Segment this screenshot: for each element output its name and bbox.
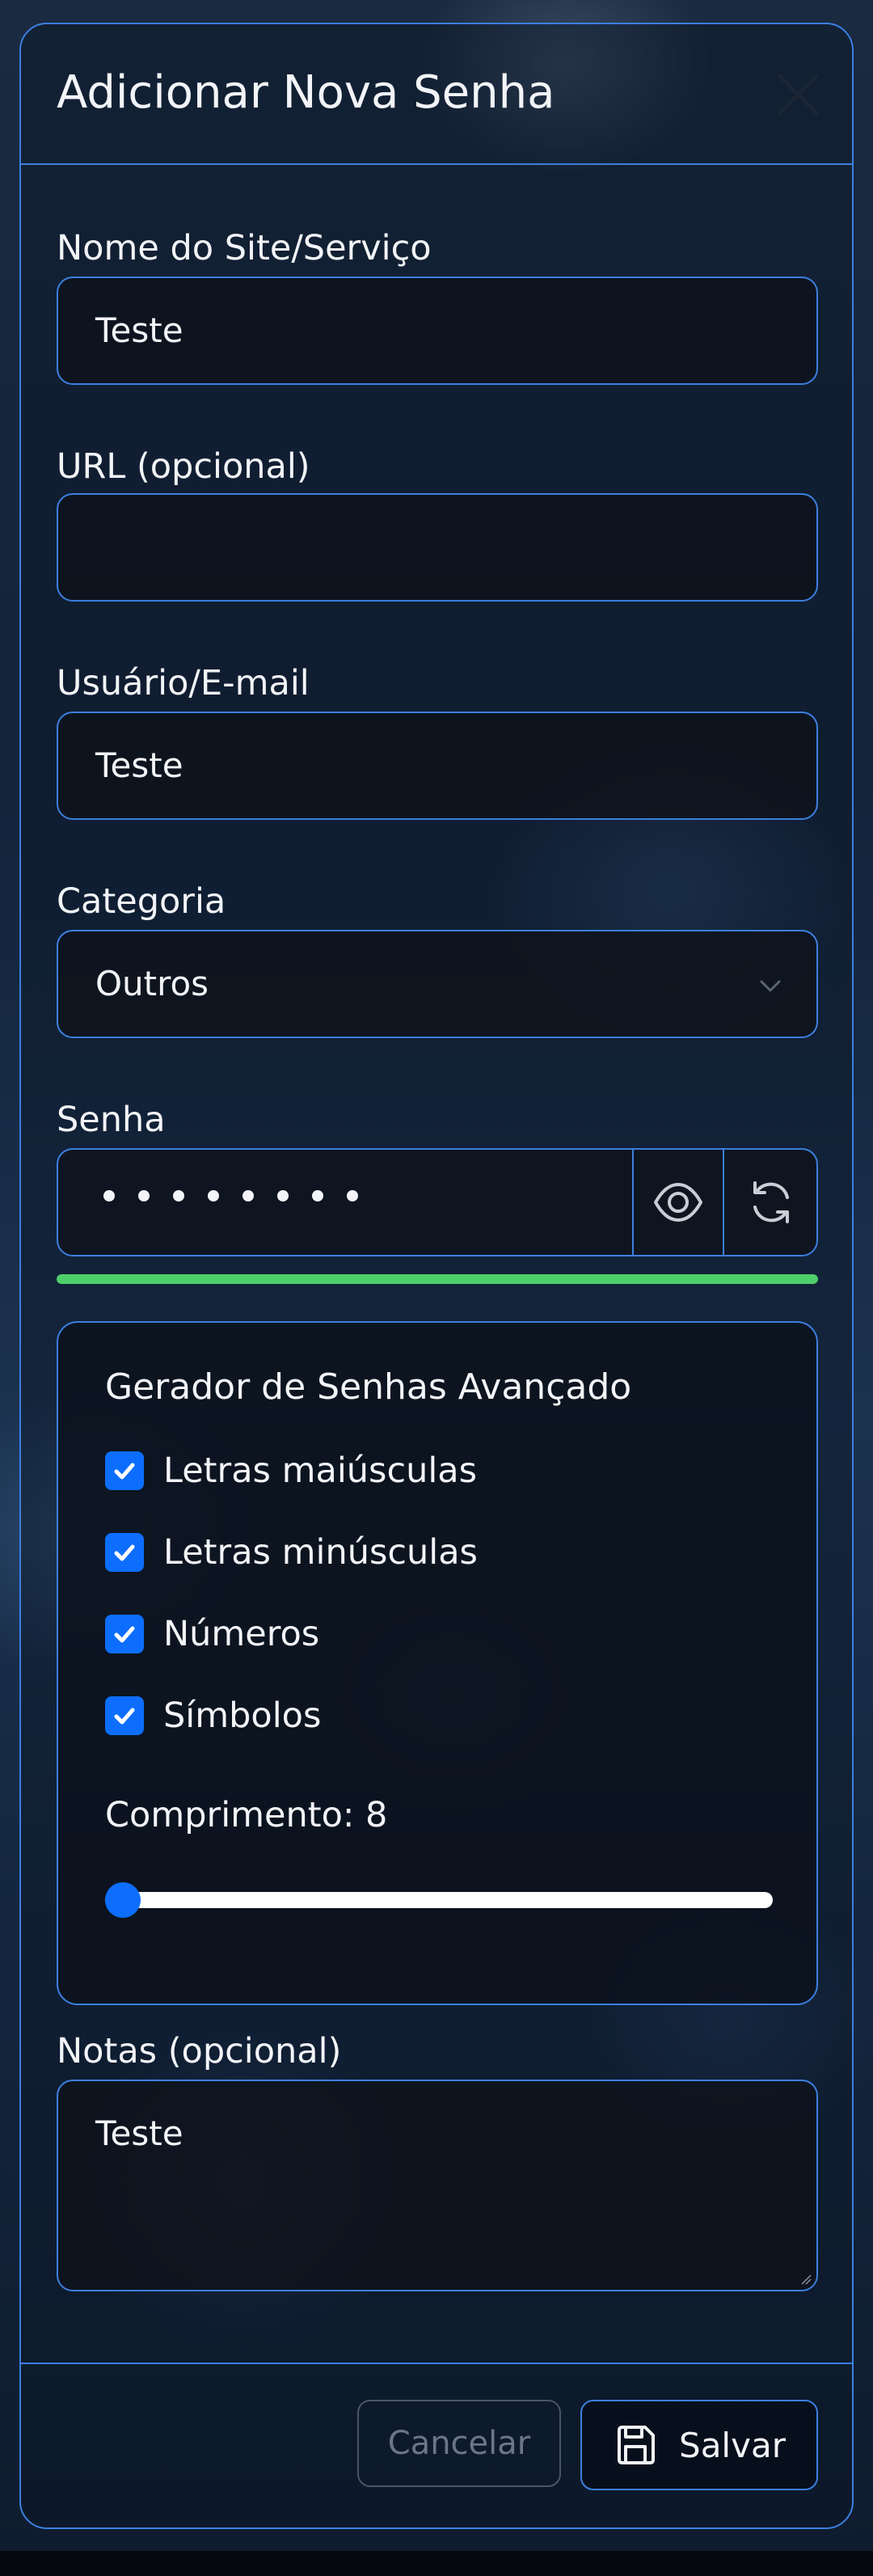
save-button[interactable]: Salvar xyxy=(580,2400,818,2490)
password-mask-dot xyxy=(277,1190,289,1201)
generator-title: Gerador de Senhas Avançado xyxy=(105,1366,632,1408)
add-password-modal: Adicionar Nova Senha Nome do Site/Serviç… xyxy=(19,23,854,2529)
close-icon xyxy=(777,74,819,116)
password-mask-dot xyxy=(138,1190,150,1201)
check-icon xyxy=(114,1626,135,1643)
modal-title: Adicionar Nova Senha xyxy=(57,66,555,119)
password-mask-dot xyxy=(242,1190,254,1201)
numbers-label: Números xyxy=(163,1614,320,1654)
category-value: Outros xyxy=(95,964,209,1003)
url-input[interactable] xyxy=(57,493,818,602)
option-symbols[interactable]: Símbolos xyxy=(105,1696,321,1736)
password-input[interactable] xyxy=(103,1190,358,1201)
modal-footer: Cancelar Salvar xyxy=(21,2363,852,2527)
password-mask-dot xyxy=(312,1190,323,1201)
symbols-label: Símbolos xyxy=(163,1696,322,1736)
modal-header: Adicionar Nova Senha xyxy=(21,24,852,165)
username-value: Teste xyxy=(95,745,183,785)
password-strength-bar xyxy=(57,1274,818,1284)
option-lowercase[interactable]: Letras minúsculas xyxy=(105,1532,478,1573)
numbers-checkbox[interactable] xyxy=(105,1615,144,1653)
lowercase-checkbox[interactable] xyxy=(105,1533,144,1572)
category-label: Categoria xyxy=(57,881,226,922)
refresh-icon xyxy=(753,1181,789,1223)
notes-textarea[interactable]: Teste xyxy=(57,2080,818,2291)
site-name-input[interactable]: Teste xyxy=(57,277,818,385)
password-mask-dot xyxy=(347,1190,358,1201)
password-mask-dot xyxy=(103,1190,115,1201)
notes-value: Teste xyxy=(95,2114,183,2153)
password-mask-dot xyxy=(173,1190,184,1201)
username-label: Usuário/E-mail xyxy=(57,663,310,703)
site-name-value: Teste xyxy=(95,310,183,350)
close-button[interactable] xyxy=(773,70,823,120)
password-generator-panel: Gerador de Senhas Avançado Letras maiúsc… xyxy=(57,1321,818,2005)
password-strength-fill xyxy=(57,1274,818,1284)
password-label: Senha xyxy=(57,1100,166,1140)
uppercase-label: Letras maiúsculas xyxy=(163,1451,478,1491)
resize-grip-icon[interactable] xyxy=(800,2274,812,2285)
username-input[interactable]: Teste xyxy=(57,712,818,820)
password-input-group xyxy=(57,1148,818,1256)
toggle-visibility-button[interactable] xyxy=(632,1150,723,1255)
site-name-label: Nome do Site/Serviço xyxy=(57,228,432,268)
check-icon xyxy=(114,1463,135,1480)
notes-label: Notas (opcional) xyxy=(57,2031,342,2071)
lowercase-label: Letras minúsculas xyxy=(163,1532,478,1573)
save-icon xyxy=(613,2422,658,2468)
bottom-strip xyxy=(0,2551,873,2576)
password-mask-dot xyxy=(208,1190,219,1201)
cancel-button[interactable]: Cancelar xyxy=(357,2400,561,2487)
generate-password-button[interactable] xyxy=(723,1150,816,1255)
length-slider[interactable] xyxy=(105,1882,773,1918)
length-slider-thumb[interactable] xyxy=(105,1882,141,1918)
option-numbers[interactable]: Números xyxy=(105,1614,319,1654)
eye-icon xyxy=(654,1183,702,1222)
symbols-checkbox[interactable] xyxy=(105,1696,144,1735)
category-select[interactable]: Outros xyxy=(57,930,818,1038)
uppercase-checkbox[interactable] xyxy=(105,1451,144,1490)
check-icon xyxy=(114,1708,135,1725)
chevron-down-icon xyxy=(760,980,781,992)
url-label: URL (opcional) xyxy=(57,446,310,487)
save-label: Salvar xyxy=(679,2425,786,2465)
option-uppercase[interactable]: Letras maiúsculas xyxy=(105,1451,477,1491)
check-icon xyxy=(114,1544,135,1561)
length-label: Comprimento: 8 xyxy=(105,1795,388,1835)
